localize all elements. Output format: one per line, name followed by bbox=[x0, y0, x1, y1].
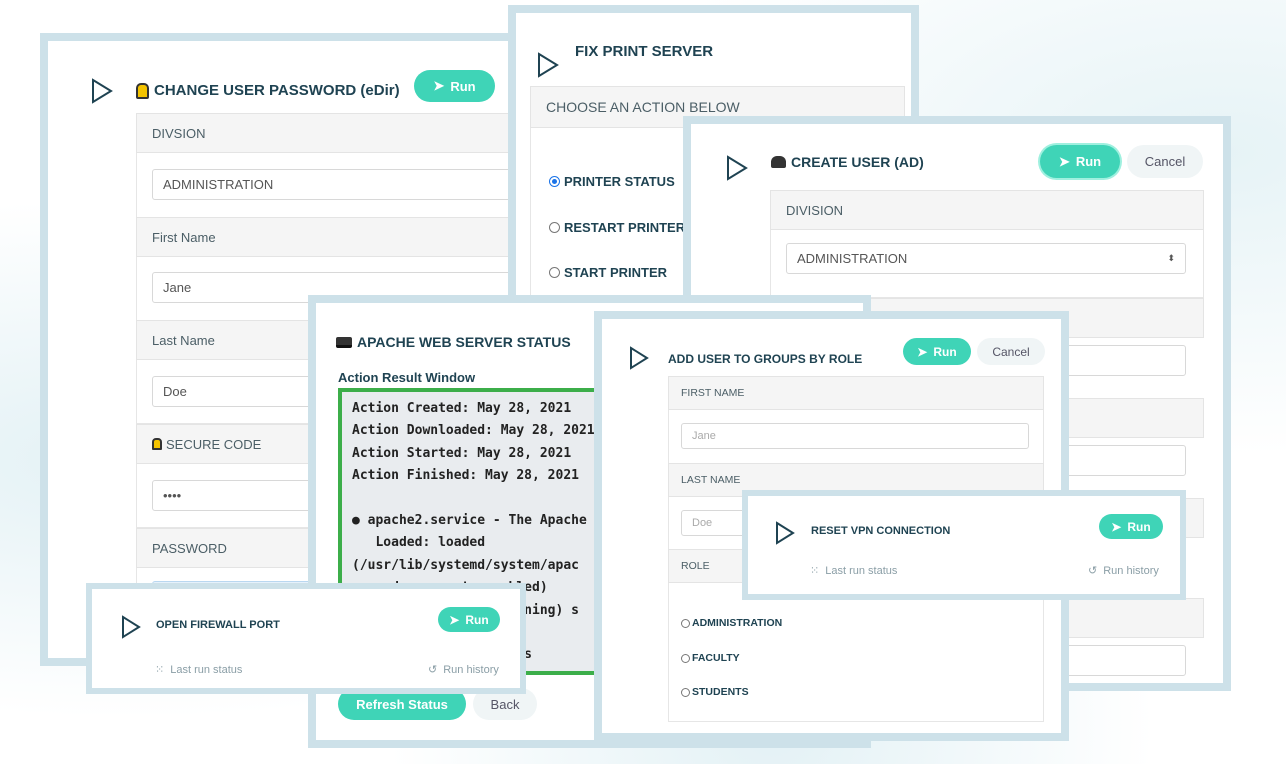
radio-faculty[interactable]: FACULTY bbox=[681, 652, 740, 664]
result-label: Action Result Window bbox=[338, 370, 476, 385]
send-icon: ➤ bbox=[449, 612, 460, 627]
card-title: OPEN FIREWALL PORT bbox=[156, 619, 280, 631]
run-button[interactable]: ➤ Run bbox=[438, 607, 500, 632]
send-icon: ➤ bbox=[433, 78, 445, 93]
history-icon: ↺ bbox=[428, 664, 438, 676]
card-title: CHANGE USER PASSWORD (eDir) bbox=[154, 82, 400, 99]
division-select[interactable]: ADMINISTRATION ⬍ bbox=[786, 243, 1186, 274]
run-history-link[interactable]: ↺ Run history bbox=[428, 663, 499, 677]
run-button[interactable]: ➤ Run bbox=[414, 70, 495, 102]
card-title: CREATE USER (AD) bbox=[791, 154, 924, 170]
run-button[interactable]: ➤ Run bbox=[903, 338, 971, 365]
radio-start-printer[interactable]: START PRINTER bbox=[549, 265, 667, 280]
history-icon: ↺ bbox=[1088, 565, 1098, 577]
send-icon: ➤ bbox=[1058, 153, 1070, 169]
run-button[interactable]: ➤ Run bbox=[1040, 145, 1120, 178]
users-icon bbox=[771, 156, 786, 168]
field-label: FIRST NAME bbox=[668, 376, 1044, 410]
radio-printer-status[interactable]: PRINTER STATUS bbox=[549, 174, 675, 189]
radio-administration[interactable]: ADMINISTRATION bbox=[681, 617, 782, 629]
radio-restart-printer[interactable]: RESTART PRINTER bbox=[549, 220, 685, 235]
radio-students[interactable]: STUDENTS bbox=[681, 686, 749, 698]
card-title: FIX PRINT SERVER bbox=[575, 43, 714, 60]
cancel-button[interactable]: Cancel bbox=[977, 338, 1045, 365]
select-arrows-icon: ⬍ bbox=[1167, 253, 1175, 263]
card-title: ADD USER TO GROUPS BY ROLE bbox=[668, 352, 863, 366]
cancel-button[interactable]: Cancel bbox=[1127, 145, 1203, 178]
last-run-status[interactable]: ⁙ Last run status bbox=[810, 564, 897, 578]
lock-icon bbox=[152, 438, 162, 450]
last-run-status[interactable]: ⁙ Last run status bbox=[155, 663, 242, 677]
spinner-icon: ⁙ bbox=[155, 664, 165, 676]
send-icon: ➤ bbox=[917, 344, 928, 359]
run-history-link[interactable]: ↺ Run history bbox=[1088, 564, 1159, 578]
laptop-icon bbox=[336, 336, 352, 348]
open-firewall-card: OPEN FIREWALL PORT ➤ Run ⁙ Last run status… bbox=[86, 583, 526, 694]
send-icon: ➤ bbox=[1111, 519, 1122, 534]
card-title: APACHE WEB SERVER STATUS bbox=[357, 334, 571, 350]
spinner-icon: ⁙ bbox=[810, 565, 820, 577]
reset-vpn-card: RESET VPN CONNECTION ➤ Run ⁙ Last run stat… bbox=[742, 490, 1186, 600]
field-label: First Name bbox=[136, 217, 522, 257]
division-input[interactable]: ADMINISTRATION bbox=[152, 169, 522, 200]
first-name-input[interactable]: Jane bbox=[681, 423, 1029, 449]
card-title: RESET VPN CONNECTION bbox=[811, 525, 951, 537]
lock-icon bbox=[136, 82, 149, 99]
section-header: DIVISION bbox=[770, 190, 1204, 230]
field-label: DIVSION bbox=[136, 113, 522, 153]
run-button[interactable]: ➤ Run bbox=[1099, 514, 1163, 539]
